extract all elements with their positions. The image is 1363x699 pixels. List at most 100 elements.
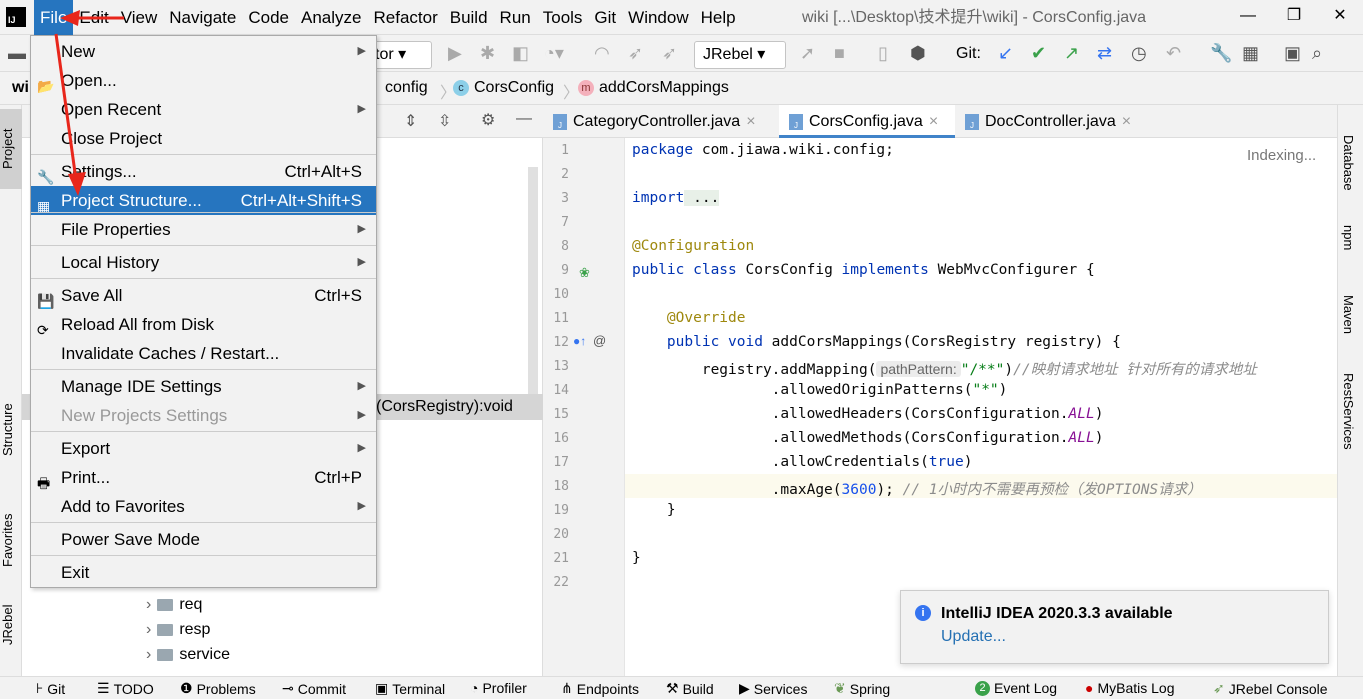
expand-all-icon[interactable]: ⇕ [404,111,417,131]
tab-category-controller[interactable]: J CategoryController.java × [543,105,779,138]
coverage-icon[interactable]: ◧ [512,43,529,64]
breadcrumb-method[interactable]: m addCorsMappings [578,79,729,97]
tree-item-req[interactable]: › req [146,596,202,614]
close-tab-icon[interactable]: × [1122,113,1131,130]
tree-item-service[interactable]: › service [146,646,230,664]
gauge-icon[interactable]: ◠ [594,43,610,64]
history-icon[interactable]: ◷ [1131,43,1147,64]
code-line-12[interactable]: public void addCorsMappings(CorsRegistry… [632,334,1121,350]
git-update-icon[interactable]: ↙ [998,43,1013,64]
structure-icon[interactable]: ⬢ [910,43,926,64]
menu-tools[interactable]: Tools [537,0,589,35]
menu-build[interactable]: Build [444,0,494,35]
close-window-button[interactable]: ✕ [1317,0,1363,35]
menu-window[interactable]: Window [622,0,694,35]
stop-icon[interactable]: ■ [834,43,845,64]
tool-tab-structure[interactable]: Structure [0,395,22,465]
menu-git[interactable]: Git [588,0,622,35]
code-line-17[interactable]: .allowCredentials(true) [632,454,973,470]
menu-analyze[interactable]: Analyze [295,0,367,35]
tool-tab-jrebel[interactable]: JRebel [0,600,22,650]
code-line-14[interactable]: .allowedOriginPatterns("*") [632,382,1008,398]
code-line-1[interactable]: package com.jiawa.wiki.config; [632,142,894,158]
tool-mybatis-log[interactable]: ● MyBatis Log [1085,680,1175,696]
tool-tab-favorites[interactable]: Favorites [0,500,22,580]
tab-doc-controller[interactable]: J DocController.java × [955,105,1149,138]
menu-item-local-history[interactable]: Local History ▶ [31,248,376,277]
menu-item-file-properties[interactable]: File Properties ▶ [31,215,376,244]
tool-terminal[interactable]: ▣ Terminal [375,680,445,697]
jrebel-select[interactable]: JRebel ▾ [694,41,786,69]
menu-item-exit[interactable]: Exit [31,558,376,587]
run-anything-icon[interactable]: ▣ [1284,43,1301,64]
code-line-21[interactable]: } [632,550,641,566]
code-line-19[interactable]: } [632,502,676,518]
code-line-15[interactable]: .allowedHeaders(CorsConfiguration.ALL) [632,406,1104,422]
code-line-11[interactable]: @Override [632,310,746,326]
rollback-icon[interactable]: ↶ [1166,43,1181,64]
code-line-18[interactable]: .maxAge(3600); // 1小时内不需要再预检（发OPTIONS请求） [632,478,1202,499]
tab-cors-config[interactable]: J CorsConfig.java × [779,105,955,138]
menu-item-save-all[interactable]: 💾 Save All Ctrl+S [31,281,376,310]
menu-code[interactable]: Code [242,0,295,35]
settings-wrench-icon[interactable]: 🔧 [1210,43,1232,64]
menu-help[interactable]: Help [695,0,742,35]
tool-commit[interactable]: ⊸ Commit [282,680,346,697]
search-icon[interactable]: ⌕ [1312,43,1322,64]
scrollbar[interactable] [528,167,538,407]
menu-run[interactable]: Run [494,0,537,35]
tool-jrebel-console[interactable]: ➶ JRebel Console [1213,680,1328,697]
tool-tab-restservices[interactable]: RestServices [1341,373,1356,450]
minimize-button[interactable]: — [1225,0,1271,35]
code-line-16[interactable]: .allowedMethods(CorsConfiguration.ALL) [632,430,1104,446]
rocket-debug-icon[interactable]: ➶ [662,43,677,64]
tool-endpoints[interactable]: ⋔ Endpoints [561,680,639,697]
menu-item-manage-ide-settings[interactable]: Manage IDE Settings ▶ [31,372,376,401]
override-icon[interactable]: ●↑ [573,334,586,348]
tree-item-resp[interactable]: › resp [146,621,210,639]
close-tab-icon[interactable]: × [929,113,938,130]
close-tab-icon[interactable]: × [746,113,755,130]
git-push-icon[interactable]: ↗ [1064,43,1079,64]
device-icon[interactable]: ▯ [878,43,888,64]
tool-git[interactable]: ⊦ Git [36,680,65,697]
annotation-icon[interactable]: @ [593,333,606,348]
breadcrumb-config[interactable]: config [385,79,428,97]
tool-build[interactable]: ⚒ Build [666,680,714,697]
collapse-all-icon[interactable]: ⇳ [438,111,451,131]
git-merge-icon[interactable]: ⇄ [1097,43,1112,64]
tool-profiler[interactable]: ◔ Profiler [470,680,527,696]
hide-icon[interactable]: — [516,110,532,128]
code-line-13[interactable]: registry.addMapping(pathPattern: "/**")//… [632,358,1257,379]
spring-bean-icon[interactable]: ❀ [579,265,590,281]
run-icon[interactable]: ▶ [448,43,462,64]
profile-icon[interactable]: ◔▾ [544,43,564,64]
gear-icon[interactable]: ⚙ [481,110,495,130]
menu-item-invalidate-caches-restart[interactable]: Invalidate Caches / Restart... [31,339,376,368]
breadcrumb-corsconfig[interactable]: c CorsConfig [453,79,554,97]
rocket-icon[interactable]: ➶ [628,43,643,64]
menu-item-new-projects-settings[interactable]: New Projects Settings ▶ [31,401,376,430]
code-line-3[interactable]: import ... [632,190,720,206]
menu-item-power-save-mode[interactable]: Power Save Mode [31,525,376,554]
menu-item-add-to-favorites[interactable]: Add to Favorites ▶ [31,492,376,521]
tool-problems[interactable]: ❶ Problems [180,680,256,697]
code-line-9[interactable]: public class CorsConfig implements WebMv… [632,262,1095,278]
tool-services[interactable]: ▶ Services [739,680,807,697]
tool-tab-maven[interactable]: Maven [1341,295,1356,334]
git-commit-icon[interactable]: ✔ [1031,43,1046,64]
tool-todo[interactable]: ☰ TODO [97,680,154,697]
menu-refactor[interactable]: Refactor [367,0,443,35]
menu-item-reload-all-from-disk[interactable]: ⟳ Reload All from Disk [31,310,376,339]
menu-item-print[interactable]: 🖶 Print... Ctrl+P [31,463,376,492]
tool-tab-database[interactable]: Database [1341,135,1356,191]
menu-item-export[interactable]: Export ▶ [31,434,376,463]
code-line-8[interactable]: @Configuration [632,238,754,254]
tool-event-log[interactable]: 2 Event Log [975,680,1057,696]
maximize-button[interactable]: ❐ [1271,0,1317,35]
project-structure-icon[interactable]: ▦ [1242,43,1259,64]
debug-icon[interactable]: ✱ [480,43,495,64]
update-link[interactable]: Update... [941,628,1006,646]
tool-tab-npm[interactable]: npm [1341,225,1356,250]
tool-spring[interactable]: ❦ Spring [834,680,890,697]
